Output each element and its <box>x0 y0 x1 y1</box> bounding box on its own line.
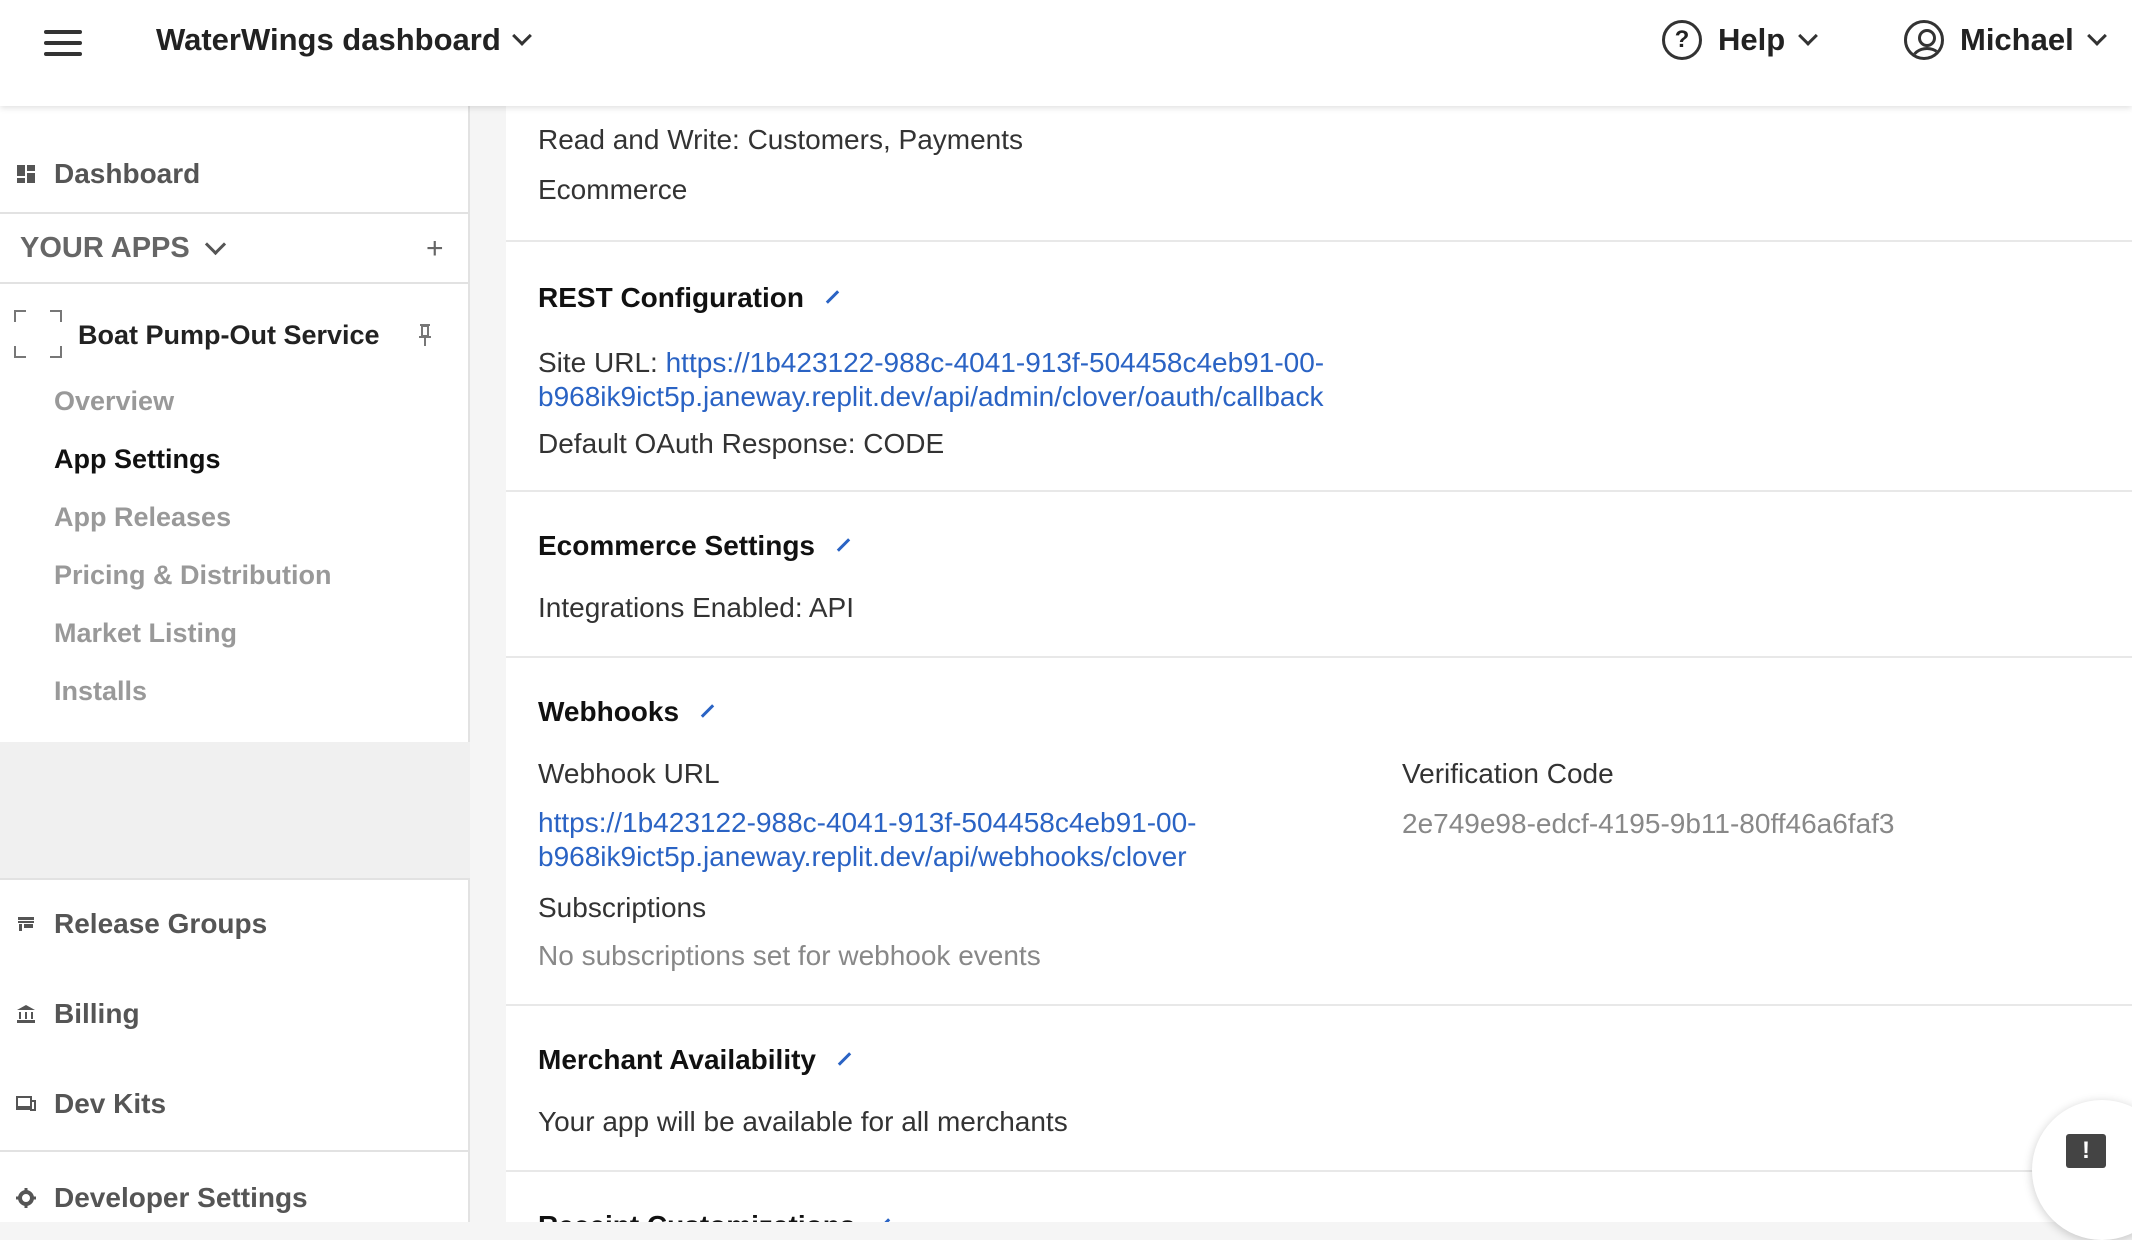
sidebar-item-overview[interactable]: Overview <box>54 386 174 417</box>
merchant-availability-section: Merchant Availability Your app will be a… <box>506 1004 2132 1170</box>
webhook-url-link[interactable]: https://1b423122-988c-4041-913f-504458c4… <box>538 807 1197 838</box>
verification-code-value: 2e749e98-edcf-4195-9b11-80ff46a6faf3 <box>1402 808 1895 839</box>
sidebar-item-billing[interactable]: Billing <box>0 986 470 1042</box>
chevron-down-icon <box>1798 26 1819 46</box>
user-avatar-icon <box>1904 20 1944 60</box>
sidebar-item-pricing-distribution[interactable]: Pricing & Distribution <box>54 560 332 591</box>
section-heading: Merchant Availability <box>538 1044 854 1076</box>
sidebar-item-app-settings[interactable]: App Settings <box>54 444 221 475</box>
dashboard-title: WaterWings dashboard <box>156 22 501 57</box>
gear-icon <box>16 1188 36 1208</box>
oauth-response-text: Default OAuth Response: CODE <box>538 428 945 459</box>
webhooks-heading: Webhooks <box>538 696 680 727</box>
divider <box>0 878 470 880</box>
user-name: Michael <box>1960 22 2074 57</box>
sidebar-item-label: Release Groups <box>54 908 268 939</box>
site-url-link[interactable]: b968ik9ict5p.janeway.replit.dev/api/admi… <box>538 381 1324 412</box>
category-text: Ecommerce <box>538 174 688 205</box>
site-url: Site URL: https://1b423122-988c-4041-913… <box>538 346 1324 414</box>
section-heading: REST Configuration <box>538 282 842 314</box>
site-url-link[interactable]: https://1b423122-988c-4041-913f-504458c4… <box>666 347 1325 378</box>
divider <box>0 282 470 284</box>
webhook-url: https://1b423122-988c-4041-913f-504458c4… <box>538 806 1197 874</box>
divider <box>0 212 470 214</box>
ecommerce-settings-section: Ecommerce Settings Integrations Enabled:… <box>506 490 2132 656</box>
app-settings-panel: Read and Write: Customers, Payments Ecom… <box>506 106 2132 1222</box>
ecommerce-settings-heading: Ecommerce Settings <box>538 530 815 561</box>
selected-app[interactable]: Boat Pump-Out Service <box>0 290 470 376</box>
help-icon: ? <box>1662 20 1702 60</box>
site-url-label: Site URL: <box>538 347 658 378</box>
devices-icon <box>16 1096 36 1111</box>
sidebar-item-app-releases[interactable]: App Releases <box>54 502 231 533</box>
rest-configuration-heading: REST Configuration <box>538 282 804 313</box>
edit-pencil-icon[interactable] <box>836 1051 854 1069</box>
bank-icon <box>17 1005 35 1023</box>
chevron-down-icon <box>204 233 226 256</box>
your-apps-label: YOUR APPS <box>20 232 190 264</box>
sidebar-spacer <box>0 742 470 878</box>
add-app-button[interactable]: + <box>426 232 444 266</box>
sidebar-item-dashboard[interactable]: Dashboard <box>0 146 470 202</box>
sidebar-item-label: Dashboard <box>54 158 201 189</box>
receipt-customizations-section: Receipt Customizations <box>506 1170 2132 1222</box>
help-menu[interactable]: ? Help <box>1662 20 1819 60</box>
pin-icon[interactable] <box>414 322 436 348</box>
subscriptions-value: No subscriptions set for webhook events <box>538 940 1041 971</box>
edit-pencil-icon[interactable] <box>824 289 842 307</box>
webhooks-section: Webhooks Webhook URL https://1b423122-98… <box>506 656 2132 1004</box>
merchant-availability-heading: Merchant Availability <box>538 1044 817 1075</box>
edit-pencil-icon[interactable] <box>835 537 853 555</box>
sidebar-item-dev-kits[interactable]: Dev Kits <box>0 1076 470 1132</box>
hamburger-menu-icon[interactable] <box>44 30 82 56</box>
sidebar-item-installs[interactable]: Installs <box>54 676 147 707</box>
user-menu[interactable]: Michael <box>1904 20 2107 60</box>
divider <box>0 1150 470 1152</box>
store-icon <box>18 917 34 931</box>
sidebar-item-developer-settings[interactable]: Developer Settings <box>0 1170 470 1226</box>
sidebar-item-label: Billing <box>54 998 140 1029</box>
integrations-text: Integrations Enabled: API <box>538 592 854 623</box>
app-name: Boat Pump-Out Service <box>78 320 380 350</box>
section-heading: Webhooks <box>538 696 717 728</box>
chevron-down-icon <box>2086 26 2107 46</box>
sidebar: Dashboard YOUR APPS + Boat Pump-Out Serv… <box>0 106 470 1222</box>
sidebar-item-label: Developer Settings <box>54 1182 308 1213</box>
top-bar: WaterWings dashboard ? Help Michael <box>0 0 2132 106</box>
help-label: Help <box>1718 22 1786 57</box>
sidebar-item-market-listing[interactable]: Market Listing <box>54 618 237 649</box>
section-heading: Ecommerce Settings <box>538 530 853 562</box>
edit-pencil-icon[interactable] <box>699 703 717 721</box>
sidebar-item-release-groups[interactable]: Release Groups <box>0 896 470 952</box>
sidebar-item-label: Dev Kits <box>54 1088 167 1119</box>
rest-configuration-section: REST Configuration Site URL: https://1b4… <box>506 240 2132 490</box>
webhook-url-link[interactable]: b968ik9ict5p.janeway.replit.dev/api/webh… <box>538 841 1187 872</box>
feedback-icon: ! <box>2066 1134 2106 1168</box>
section-heading: Receipt Customizations <box>538 1210 893 1222</box>
dashboard-switcher[interactable]: WaterWings dashboard <box>156 22 532 58</box>
webhook-url-label: Webhook URL <box>538 758 720 789</box>
dashboard-icon <box>17 165 35 183</box>
chevron-down-icon <box>511 26 532 46</box>
merchant-availability-text: Your app will be available for all merch… <box>538 1106 1068 1137</box>
verification-code-label: Verification Code <box>1402 758 1614 789</box>
receipt-customizations-heading: Receipt Customizations <box>538 1210 855 1222</box>
edit-pencil-icon[interactable] <box>875 1217 893 1222</box>
app-placeholder-icon <box>14 310 62 358</box>
subscriptions-label: Subscriptions <box>538 892 707 923</box>
permissions-text: Read and Write: Customers, Payments <box>538 124 1024 155</box>
your-apps-toggle[interactable]: YOUR APPS <box>20 232 226 265</box>
